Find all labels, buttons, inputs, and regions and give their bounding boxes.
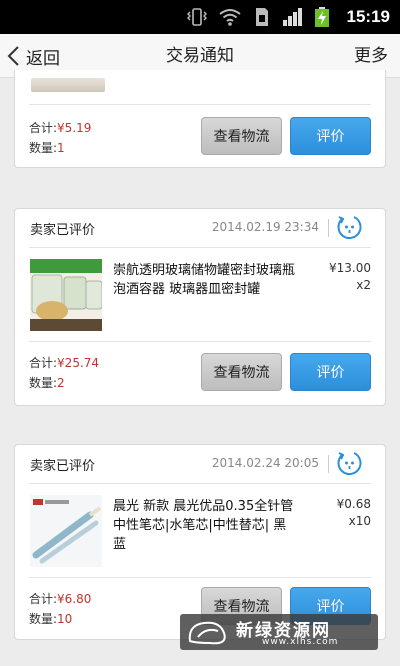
order-time: 2014.02.19 23:34 [211, 220, 319, 234]
total-label: 合计: [29, 356, 58, 370]
order-total: ¥6.80 [57, 592, 92, 606]
battery-charging-icon [315, 7, 329, 27]
chevron-left-icon [7, 46, 19, 66]
wifi-icon [219, 9, 241, 26]
divider [328, 219, 329, 237]
divider [29, 577, 371, 578]
reminder-clock-icon[interactable] [336, 214, 364, 242]
count-label: 数量: [29, 612, 58, 626]
order-status: 卖家已评价 [30, 223, 96, 238]
total-label: 合计: [29, 592, 58, 606]
product-image [30, 259, 102, 331]
order-count: 1 [57, 141, 65, 155]
order-time: 2014.02.24 20:05 [211, 456, 319, 470]
back-label: 返回 [26, 48, 60, 69]
order-header: 卖家已评价 2014.02.19 23:34 [15, 209, 385, 247]
product-name: 晨光 新款 晨光优品0.35全针管中性笔芯|水笔芯|中性替芯| 黑 蓝 [113, 499, 294, 552]
product-quantity: x2 [356, 278, 371, 292]
product-image [30, 495, 102, 567]
review-button[interactable]: 评价 [290, 117, 371, 155]
count-label: 数量: [29, 141, 58, 155]
divider [29, 247, 371, 248]
order-summary: 合计:¥5.19 数量:1 [29, 118, 91, 158]
product-price: ¥0.68 [336, 497, 371, 511]
order-card: 合计:¥5.19 数量:1 查看物流 评价 [14, 70, 386, 168]
divider [29, 104, 371, 105]
status-bar: 15:19 [0, 0, 400, 34]
order-card: 卖家已评价 2014.02.19 23:34 崇航透明玻璃储物罐密封玻璃瓶 泡酒… [14, 208, 386, 406]
review-button[interactable]: 评价 [290, 353, 371, 391]
product-row[interactable]: 崇航透明玻璃储物罐密封玻璃瓶 泡酒容器 玻璃器皿密封罐 ¥13.00 x2 [15, 253, 385, 333]
order-header: 卖家已评价 2014.02.24 20:05 [15, 445, 385, 483]
order-status: 卖家已评价 [30, 459, 96, 474]
product-quantity: x10 [348, 514, 371, 528]
watermark-url: www.xlhs.com [262, 637, 339, 647]
order-summary: 合计:¥25.74 数量:2 [29, 353, 99, 393]
divider [29, 483, 371, 484]
order-card: 卖家已评价 2014.02.24 20:05 晨光 新款 晨光优品0.35全针管… [14, 444, 386, 640]
watermark-logo-icon [188, 621, 226, 645]
product-row[interactable]: 晨光 新款 晨光优品0.35全针管中性笔芯|水笔芯|中性替芯| 黑 蓝 ¥0.6… [15, 489, 385, 569]
order-count: 10 [57, 612, 73, 626]
status-time: 15:19 [346, 7, 390, 26]
watermark: 新绿资源网 www.xlhs.com [180, 614, 378, 650]
sim-icon [256, 8, 268, 26]
reminder-clock-icon[interactable] [336, 450, 364, 478]
product-thumbnail [31, 78, 105, 92]
divider [29, 341, 371, 342]
view-logistics-button[interactable]: 查看物流 [201, 353, 282, 391]
vibrate-icon [187, 8, 207, 26]
order-total: ¥25.74 [57, 356, 100, 370]
signal-icon [283, 8, 302, 26]
order-count: 2 [57, 376, 65, 390]
count-label: 数量: [29, 376, 58, 390]
product-name: 崇航透明玻璃储物罐密封玻璃瓶 泡酒容器 玻璃器皿密封罐 [113, 263, 296, 297]
divider [328, 455, 329, 473]
product-price: ¥13.00 [329, 261, 371, 275]
order-summary: 合计:¥6.80 数量:10 [29, 589, 91, 629]
order-total: ¥5.19 [57, 121, 92, 135]
total-label: 合计: [29, 121, 58, 135]
view-logistics-button[interactable]: 查看物流 [201, 117, 282, 155]
